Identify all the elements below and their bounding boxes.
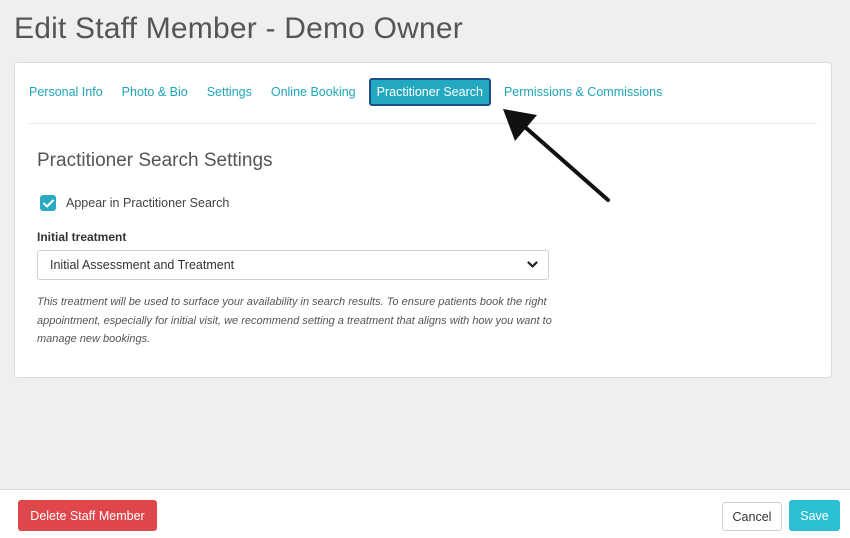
- delete-staff-member-button[interactable]: Delete Staff Member: [18, 500, 157, 531]
- initial-treatment-label: Initial treatment: [37, 230, 127, 244]
- tab-bar: Personal Info Photo & Bio Settings Onlin…: [29, 78, 681, 106]
- tab-permissions-commissions[interactable]: Permissions & Commissions: [504, 83, 662, 101]
- settings-card: Personal Info Photo & Bio Settings Onlin…: [14, 62, 832, 378]
- chevron-down-icon: [527, 261, 538, 268]
- save-button[interactable]: Save: [789, 500, 840, 531]
- tab-online-booking[interactable]: Online Booking: [271, 83, 356, 101]
- tab-divider: [29, 123, 817, 124]
- appear-in-search-checkbox[interactable]: [40, 195, 56, 211]
- appear-in-search-option: Appear in Practitioner Search: [40, 195, 229, 211]
- tab-personal-info[interactable]: Personal Info: [29, 83, 103, 101]
- initial-treatment-value: Initial Assessment and Treatment: [50, 258, 235, 272]
- tab-settings[interactable]: Settings: [207, 83, 252, 101]
- footer-bar: Delete Staff Member Cancel Save: [0, 489, 850, 538]
- arrow-icon: [503, 109, 610, 202]
- tab-photo-bio[interactable]: Photo & Bio: [122, 83, 188, 101]
- initial-treatment-select[interactable]: Initial Assessment and Treatment: [37, 250, 549, 280]
- initial-treatment-help-text: This treatment will be used to surface y…: [37, 296, 552, 345]
- appear-in-search-label: Appear in Practitioner Search: [66, 196, 230, 210]
- check-icon: [42, 199, 54, 207]
- section-title: Practitioner Search Settings: [37, 150, 273, 171]
- page-title: Edit Staff Member - Demo Owner: [14, 12, 463, 45]
- tab-practitioner-search[interactable]: Practitioner Search: [368, 78, 491, 106]
- cancel-button[interactable]: Cancel: [722, 502, 782, 531]
